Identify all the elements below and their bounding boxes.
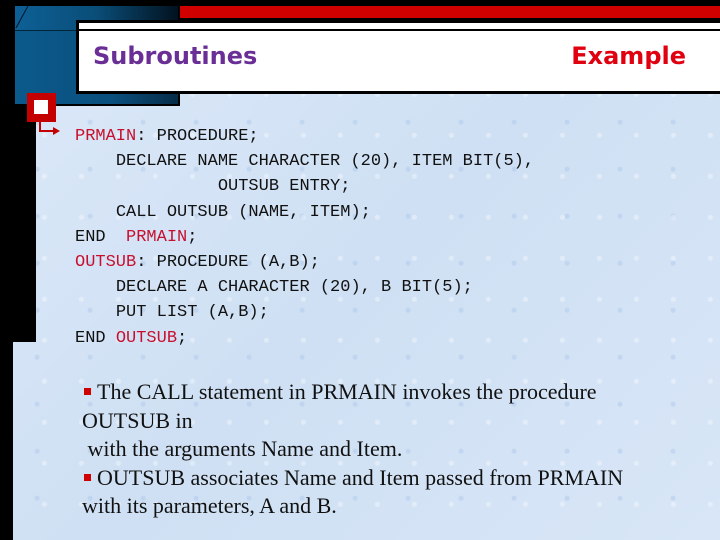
- code-line: OUTSUB: PROCEDURE (A,B);: [75, 250, 534, 275]
- procedure-label: PRMAIN: [75, 127, 137, 146]
- procedure-label: OUTSUB: [75, 253, 137, 273]
- code-text: PUT LIST (A,B);: [115, 303, 269, 323]
- code-line: DECLARE NAME CHARACTER (20), ITEM BIT(5)…: [75, 149, 534, 174]
- text-line: with the arguments Name and Item.: [82, 435, 702, 464]
- bullet-icon: [84, 474, 91, 482]
- bullet-item: OUTSUB associates Name and Item passed f…: [82, 464, 702, 493]
- title-box-divider: [76, 29, 720, 31]
- square-bullet-icon: [27, 93, 56, 122]
- diagonal-line-decoration: [15, 6, 29, 28]
- top-red-bar: [178, 6, 720, 18]
- left-black-bar-lower: [0, 342, 13, 540]
- code-text: ;: [177, 328, 188, 348]
- code-text: : PROCEDURE (A,B);: [136, 253, 320, 273]
- code-line: OUTSUB ENTRY;: [75, 174, 534, 199]
- procedure-label: PRMAIN: [126, 227, 188, 247]
- slide-subtitle: Example: [571, 42, 686, 70]
- bullet-icon: [84, 388, 91, 396]
- code-text: END: [75, 328, 116, 348]
- code-text: CALL OUTSUB (NAME, ITEM);: [115, 202, 371, 222]
- code-text: END: [75, 227, 127, 247]
- slide-title: Subroutines: [93, 42, 258, 70]
- code-line: DECLARE A CHARACTER (20), B BIT(5);: [75, 275, 534, 300]
- code-text: DECLARE A CHARACTER (20), B BIT(5);: [115, 278, 473, 298]
- bullet-text: with its parameters, A and B.: [82, 493, 337, 519]
- code-text: OUTSUB ENTRY;: [217, 177, 351, 197]
- code-text: ;: [187, 227, 198, 247]
- bullet-text: with the arguments Name and Item.: [82, 436, 403, 462]
- bullet-text: The CALL statement in PRMAIN invokes the…: [97, 379, 597, 404]
- arrow-right-icon: [39, 121, 60, 135]
- code-text: : PROCEDURE;: [136, 127, 259, 146]
- bullet-text: OUTSUB in: [82, 407, 193, 433]
- description-text: The CALL statement in PRMAIN invokes the…: [82, 378, 702, 521]
- code-line: CALL OUTSUB (NAME, ITEM);: [75, 200, 534, 225]
- text-line: with its parameters, A and B.: [82, 492, 702, 521]
- bullet-text: OUTSUB associates Name and Item passed f…: [97, 464, 624, 490]
- code-block: PRMAIN: PROCEDURE; DECLARE NAME CHARACTE…: [75, 124, 534, 351]
- code-line: PRMAIN: PROCEDURE;: [75, 124, 534, 149]
- code-text: DECLARE NAME CHARACTER (20), ITEM BIT(5)…: [115, 152, 535, 172]
- code-line: END OUTSUB;: [75, 326, 534, 351]
- procedure-label: OUTSUB: [115, 328, 178, 348]
- code-line: PUT LIST (A,B);: [75, 300, 534, 325]
- text-line: OUTSUB in: [82, 407, 702, 436]
- bullet-item: The CALL statement in PRMAIN invokes the…: [82, 378, 702, 407]
- code-line: END PRMAIN;: [75, 225, 534, 250]
